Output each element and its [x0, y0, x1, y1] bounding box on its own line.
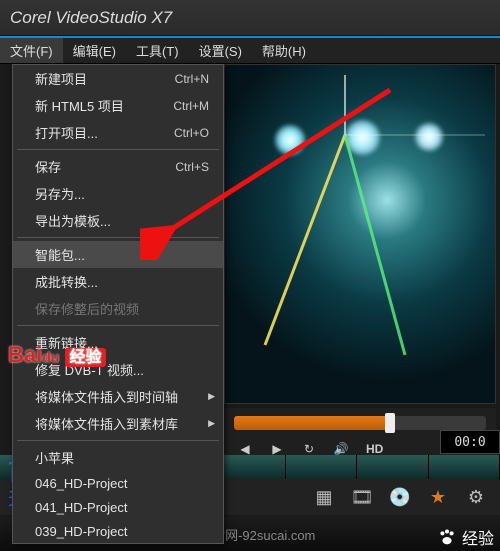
menu-separator: [17, 325, 219, 326]
app-title: Corel VideoStudio X7: [10, 8, 172, 28]
scrubber-fill: [234, 416, 390, 430]
menu-separator: [17, 149, 219, 150]
menu-item-new-html5[interactable]: 新 HTML5 项目Ctrl+M: [13, 92, 223, 119]
menu-item-new-project[interactable]: 新建项目Ctrl+N: [13, 65, 223, 92]
menu-edit[interactable]: 编辑(E): [63, 38, 126, 63]
menu-item-save[interactable]: 保存Ctrl+S: [13, 153, 223, 180]
menu-item-export-template[interactable]: 导出为模板...: [13, 207, 223, 234]
menu-settings[interactable]: 设置(S): [189, 38, 252, 63]
menu-file[interactable]: 文件(F): [0, 38, 63, 63]
titlebar: Corel VideoStudio X7: [0, 0, 500, 36]
menu-item-insert-timeline[interactable]: 将媒体文件插入到时间轴▶: [13, 383, 223, 410]
watermark-corner: 经验: [436, 525, 494, 549]
favorite-icon[interactable]: ★: [426, 485, 450, 509]
chevron-right-icon: ▶: [208, 391, 215, 402]
timecode-display: 00:0: [440, 430, 500, 454]
menu-separator: [17, 237, 219, 238]
menu-separator: [17, 440, 219, 441]
menu-item-save-as[interactable]: 另存为...: [13, 180, 223, 207]
menu-item-open-project[interactable]: 打开项目...Ctrl+O: [13, 119, 223, 146]
file-menu-dropdown: 新建项目Ctrl+N 新 HTML5 项目Ctrl+M 打开项目...Ctrl+…: [12, 64, 224, 544]
menu-item-smart-package[interactable]: 智能包...: [13, 241, 223, 268]
hd-badge: HD: [366, 442, 383, 456]
menu-item-batch-convert[interactable]: 成批转换...: [13, 268, 223, 295]
watermark-center: Baidu 经验: [8, 342, 106, 368]
video-preview: [224, 64, 496, 404]
media-icon[interactable]: 🎞: [350, 485, 374, 509]
menu-tools[interactable]: 工具(T): [126, 38, 189, 63]
menu-item-recent-4[interactable]: 039_HD-Project: [13, 519, 223, 543]
menu-item-recent-2[interactable]: 046_HD-Project: [13, 471, 223, 495]
menu-item-save-trimmed: 保存修整后的视频: [13, 295, 223, 322]
scrubber[interactable]: [234, 416, 486, 430]
scrubber-thumb[interactable]: [385, 413, 395, 433]
menu-help[interactable]: 帮助(H): [252, 38, 316, 63]
settings-icon[interactable]: ⚙: [464, 485, 488, 509]
menu-item-recent-3[interactable]: 041_HD-Project: [13, 495, 223, 519]
menu-item-insert-library[interactable]: 将媒体文件插入到素材库▶: [13, 410, 223, 437]
paw-icon: [436, 526, 458, 548]
chevron-right-icon: ▶: [208, 418, 215, 429]
library-icon[interactable]: ▦: [312, 485, 336, 509]
menu-item-recent-1[interactable]: 小苹果: [13, 444, 223, 471]
menubar: 文件(F) 编辑(E) 工具(T) 设置(S) 帮助(H): [0, 38, 500, 64]
disc-icon[interactable]: 💿: [388, 485, 412, 509]
